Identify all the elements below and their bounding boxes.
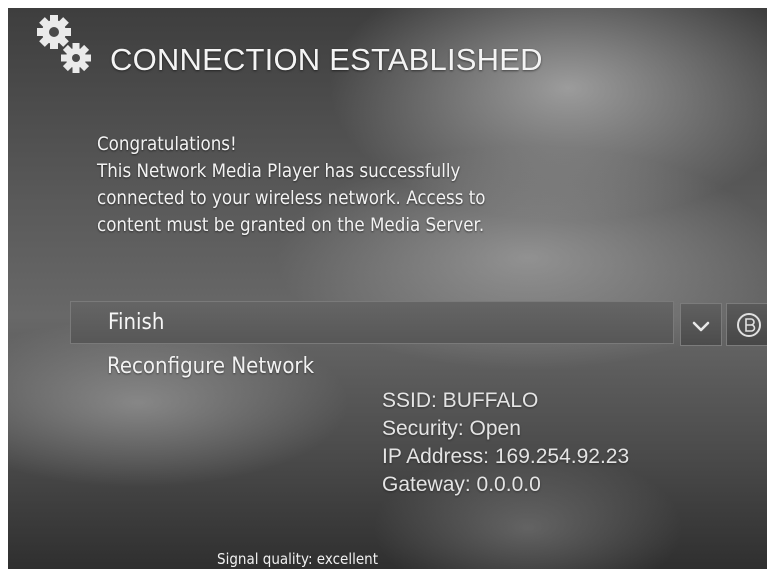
gears-icon: [37, 15, 91, 73]
select-button[interactable]: [680, 303, 722, 346]
gateway-value: Gateway: 0.0.0.0: [382, 473, 541, 496]
finish-menu-item[interactable]: Finish: [70, 301, 674, 344]
reconfigure-network-menu-item[interactable]: Reconfigure Network: [107, 354, 314, 379]
page-title: CONNECTION ESTABLISHED: [110, 42, 543, 77]
finish-label: Finish: [108, 310, 165, 335]
back-icon: [737, 312, 761, 337]
message-line: Congratulations!: [97, 133, 237, 155]
ssid-value: SSID: BUFFALO: [382, 389, 539, 412]
back-button[interactable]: [726, 303, 767, 346]
message-line: This Network Media Player has successful…: [97, 160, 461, 182]
security-value: Security: Open: [382, 417, 521, 440]
message-line: connected to your wireless network. Acce…: [97, 187, 486, 209]
signal-quality-status: Signal quality: excellent: [217, 550, 379, 568]
message-line: content must be granted on the Media Ser…: [97, 214, 485, 236]
network-info-panel: SSID: BUFFALO Security: Open IP Address:…: [382, 387, 629, 499]
checkmark-icon: [692, 321, 710, 331]
screen: CONNECTION ESTABLISHED Congratulations! …: [8, 8, 767, 569]
congratulations-message: Congratulations! This Network Media Play…: [97, 131, 657, 239]
ip-address-value: IP Address: 169.254.92.23: [382, 445, 630, 468]
